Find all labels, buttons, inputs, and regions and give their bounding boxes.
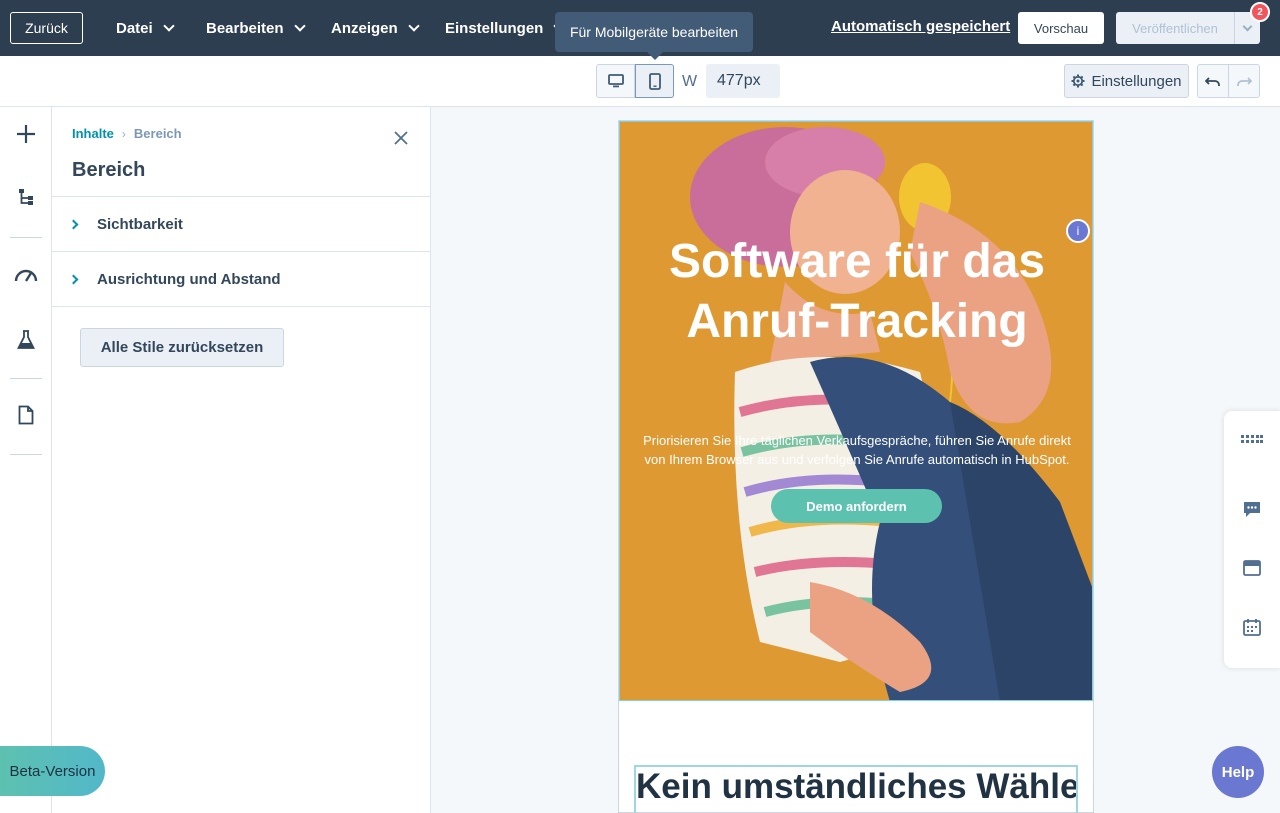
- rail-divider: [10, 237, 42, 238]
- menu-edit[interactable]: Bearbeiten: [206, 12, 306, 44]
- chat-button[interactable]: [1241, 499, 1263, 521]
- desktop-icon: [607, 74, 624, 88]
- document-icon: [18, 405, 34, 425]
- redo-icon: [1237, 77, 1252, 86]
- section-heading[interactable]: Kein umständliches Wählen: [634, 765, 1078, 813]
- chevron-down-icon: [1242, 21, 1253, 31]
- menu-settings[interactable]: Einstellungen: [445, 12, 566, 44]
- gear-icon: [1071, 74, 1085, 88]
- breadcrumb: Inhalte › Bereich: [72, 126, 182, 141]
- hero-subtitle[interactable]: Priorisieren Sie Ihre täglichen Verkaufs…: [640, 431, 1074, 469]
- panel-title: Bereich: [72, 159, 146, 181]
- left-icon-rail: [0, 107, 52, 813]
- calendar-button[interactable]: [1241, 616, 1263, 638]
- menu-view[interactable]: Anzeigen: [331, 12, 420, 44]
- close-panel-button[interactable]: [392, 129, 410, 147]
- right-tools-panel: [1224, 411, 1280, 668]
- rail-divider: [10, 378, 42, 379]
- hero-headline[interactable]: Software für das Anruf-Tracking: [640, 232, 1074, 352]
- info-icon[interactable]: i: [1066, 219, 1090, 243]
- grid-dots-icon: [1241, 435, 1263, 443]
- page-settings-button[interactable]: Einstellungen: [1064, 64, 1189, 98]
- add-module-button[interactable]: [13, 121, 39, 147]
- notification-badge: 2: [1250, 2, 1270, 22]
- calendar-icon: [1243, 619, 1261, 636]
- optimize-button[interactable]: [13, 262, 39, 288]
- chevron-right-icon: ›: [121, 126, 126, 141]
- section-settings-panel: Inhalte › Bereich Bereich Sichtbarkeit A…: [52, 107, 431, 813]
- page-content-button[interactable]: [13, 402, 39, 428]
- tree-structure-icon: [19, 189, 33, 205]
- breadcrumb-contents-link[interactable]: Inhalte: [72, 126, 114, 141]
- menu-view-label: Anzeigen: [331, 19, 398, 37]
- undo-button[interactable]: [1198, 65, 1228, 97]
- chat-bubble-icon: [1244, 502, 1260, 517]
- breadcrumb-current: Bereich: [133, 126, 182, 141]
- chevron-down-icon: [293, 19, 306, 32]
- autosave-status-link[interactable]: Automatisch gespeichert: [831, 18, 1010, 35]
- hero-photo-image: [620, 122, 1092, 700]
- accordion-alignment-label: Ausrichtung und Abstand: [97, 270, 281, 288]
- menu-settings-label: Einstellungen: [445, 19, 544, 37]
- undo-icon: [1205, 77, 1220, 86]
- rail-divider: [10, 454, 42, 455]
- mobile-edit-tooltip: Für Mobilgeräte bearbeiten: [555, 12, 753, 52]
- mobile-view-button[interactable]: [635, 64, 674, 98]
- browser-window-button[interactable]: [1241, 557, 1263, 579]
- menu-file[interactable]: Datei: [116, 12, 175, 44]
- reset-styles-button[interactable]: Alle Stile zurücksetzen: [80, 328, 284, 367]
- grid-dots-button[interactable]: [1241, 428, 1263, 450]
- menu-edit-label: Bearbeiten: [206, 19, 284, 37]
- hero-section[interactable]: Software für das Anruf-Tracking Priorisi…: [619, 121, 1093, 701]
- width-label: W: [682, 73, 698, 90]
- desktop-view-button[interactable]: [596, 64, 635, 98]
- close-icon: [394, 131, 408, 145]
- publish-button[interactable]: Veröffentlichen: [1116, 12, 1234, 44]
- browser-window-icon: [1243, 560, 1261, 576]
- gauge-icon: [14, 269, 38, 282]
- help-button[interactable]: Help: [1212, 746, 1264, 798]
- menu-file-label: Datei: [116, 19, 153, 37]
- undo-redo-group: [1197, 64, 1260, 98]
- chevron-down-icon: [408, 19, 420, 32]
- accordion-visibility[interactable]: Sichtbarkeit: [52, 196, 430, 251]
- chevron-right-icon: [68, 274, 79, 284]
- demo-request-button[interactable]: Demo anfordern: [771, 489, 942, 523]
- tooltip-arrow: [647, 52, 663, 60]
- redo-button[interactable]: [1228, 65, 1259, 97]
- layers-tree-button[interactable]: [13, 185, 39, 211]
- chevron-right-icon: [68, 219, 79, 229]
- plus-icon: [17, 125, 35, 143]
- chevron-down-icon: [163, 19, 175, 32]
- accordion-alignment-spacing[interactable]: Ausrichtung und Abstand: [52, 251, 430, 307]
- flask-icon: [17, 330, 35, 349]
- mobile-icon: [648, 72, 661, 90]
- accordion-visibility-label: Sichtbarkeit: [97, 215, 183, 233]
- editor-toolbar: W 477px Einstellungen: [0, 56, 1280, 107]
- page-settings-label: Einstellungen: [1091, 72, 1182, 90]
- preview-button[interactable]: Vorschau: [1018, 12, 1104, 44]
- width-input[interactable]: 477px: [706, 64, 780, 98]
- test-button[interactable]: [13, 327, 39, 353]
- back-button[interactable]: Zurück: [10, 12, 83, 44]
- beta-version-button[interactable]: Beta-Version: [0, 746, 105, 796]
